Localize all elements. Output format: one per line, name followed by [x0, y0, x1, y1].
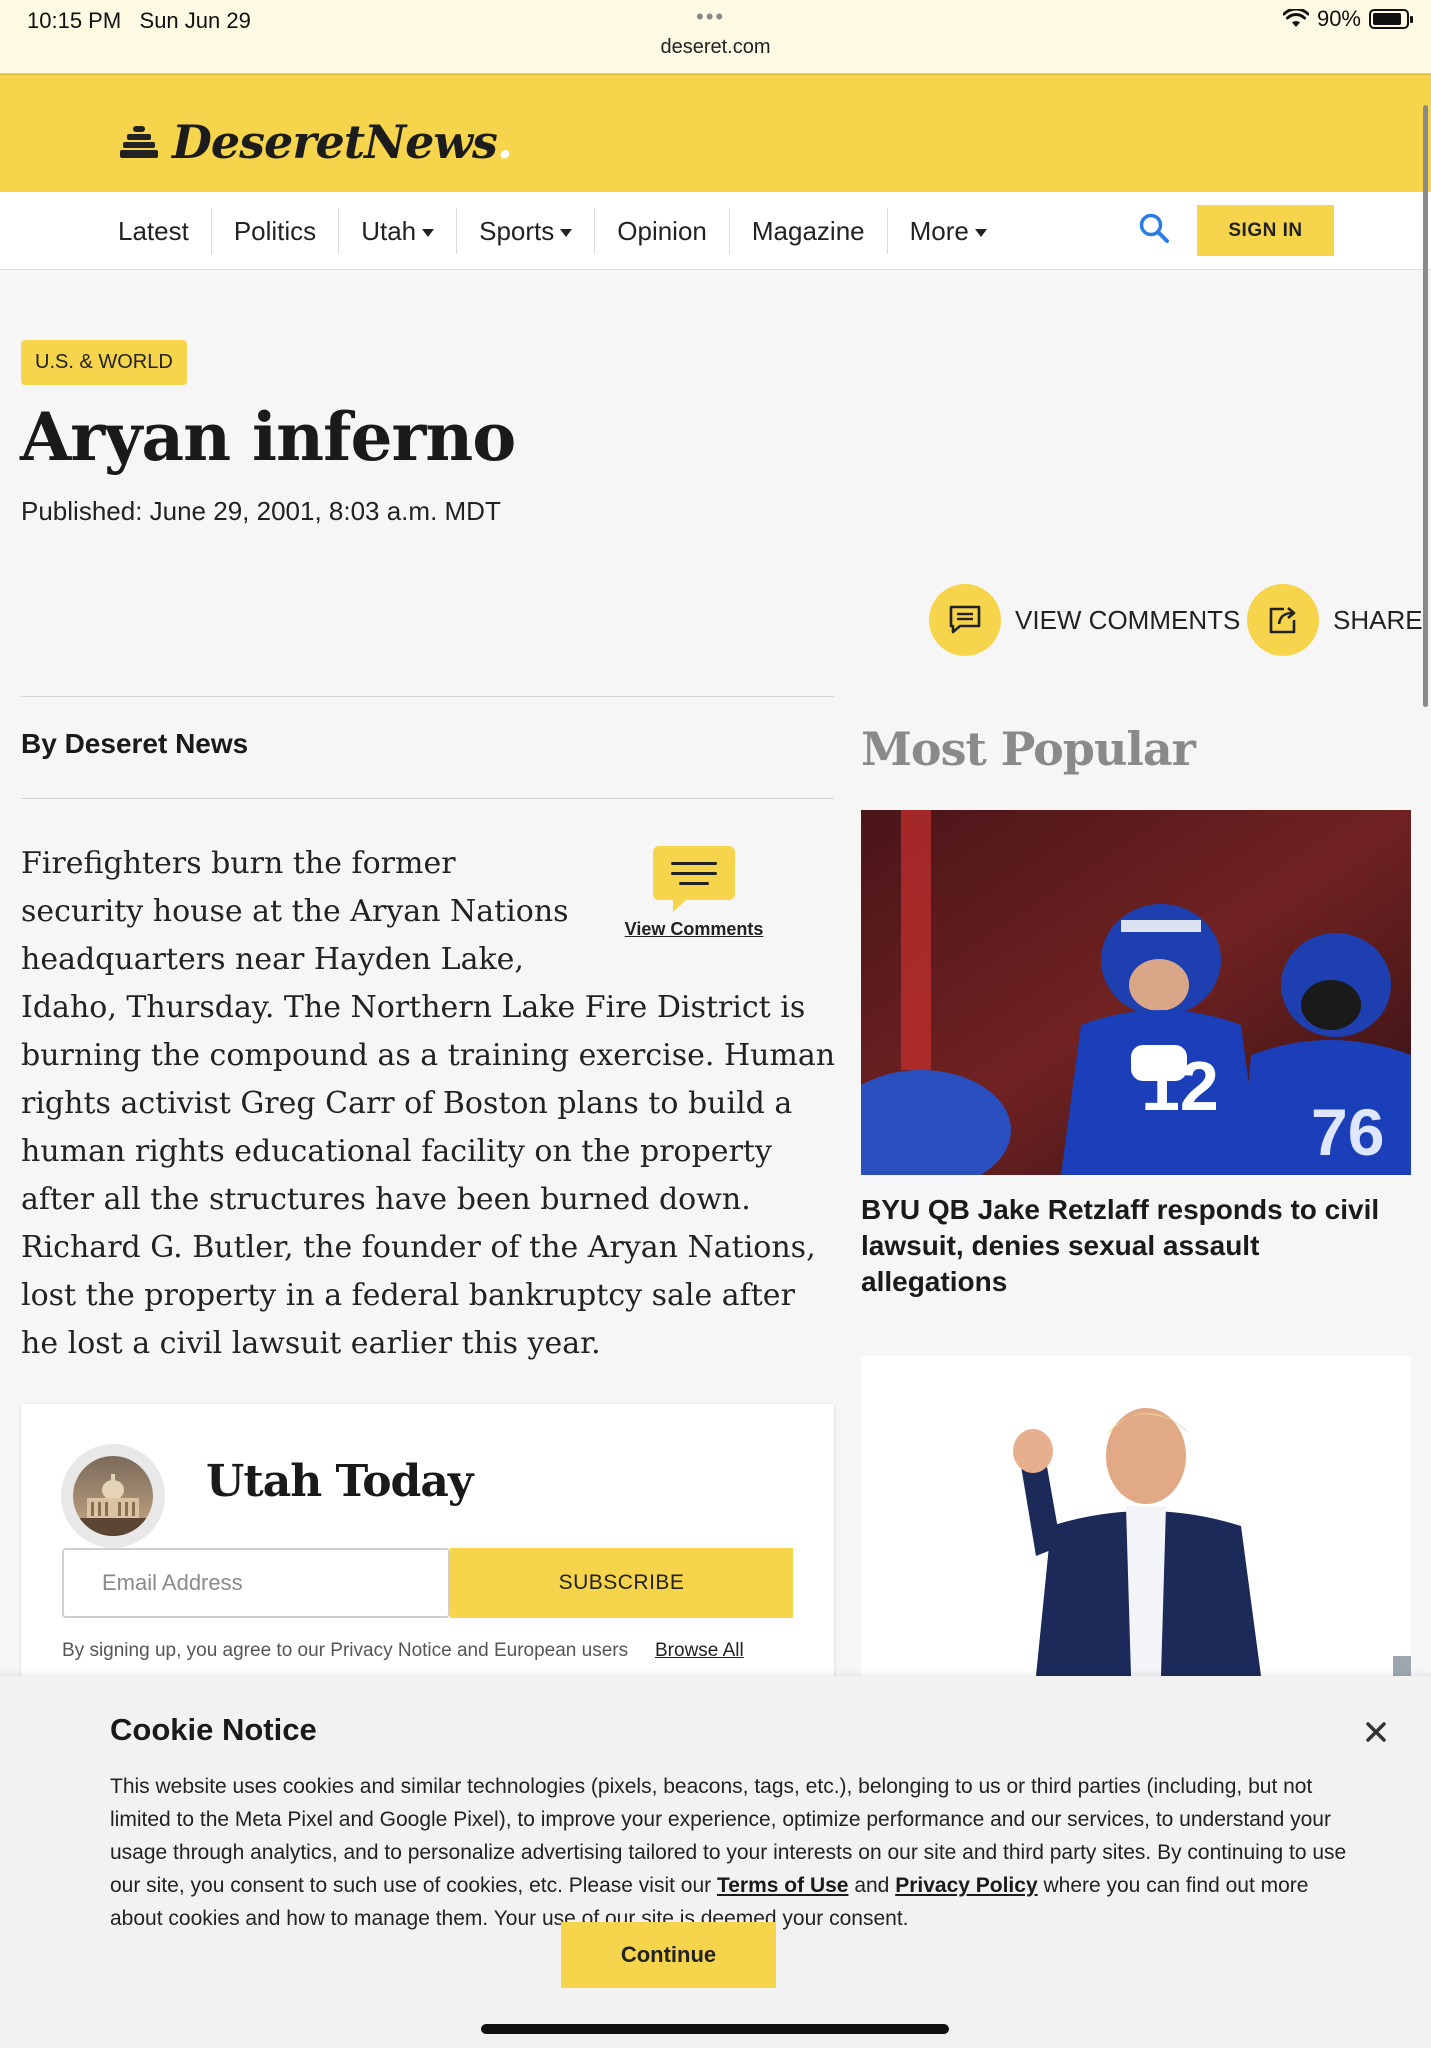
close-icon[interactable] [1358, 1714, 1394, 1750]
nav-item-label: Sports [479, 216, 555, 246]
logo-wordmark: DeseretNews. [172, 115, 513, 169]
inline-view-comments[interactable]: View Comments [599, 846, 789, 956]
nav-item-label: Magazine [751, 216, 865, 246]
byline: By Deseret News [21, 728, 249, 759]
brand-header: DeseretNews. [0, 74, 1431, 192]
view-comments-label: VIEW COMMENTS [1015, 604, 1241, 635]
tab-options-icon[interactable]: ••• [696, 4, 725, 30]
share-icon [1247, 584, 1319, 656]
battery-percent: 90% [1316, 6, 1361, 31]
article-title: Aryan inferno [20, 398, 516, 476]
nav-item-utah[interactable]: Utah [338, 208, 456, 254]
nav-item-label: More [909, 216, 969, 246]
article-body: View Comments Firefighters burn the form… [21, 840, 839, 1368]
battery-icon [1369, 9, 1413, 29]
status-bar: 10:15 PM Sun Jun 29 ••• deseret.com 90% [0, 0, 1431, 74]
main-nav: Latest Politics Utah Sports Opinion Magazine M… [0, 192, 1431, 270]
share-button[interactable]: SHARE [1247, 584, 1423, 656]
continue-button[interactable]: Continue [561, 1922, 776, 1988]
subscribe-button[interactable]: SUBSCRIBE [450, 1548, 793, 1618]
wifi-icon [1282, 9, 1309, 27]
view-comments-link[interactable]: View Comments [599, 918, 789, 940]
capitol-image [73, 1456, 153, 1536]
browse-all-link[interactable]: Browse All [655, 1640, 744, 1662]
nav-item-label: Latest [118, 216, 189, 246]
site-logo[interactable]: DeseretNews. [120, 115, 513, 169]
nav-item-politics[interactable]: Politics [210, 208, 338, 254]
nav-items: Latest Politics Utah Sports Opinion Magazine M… [96, 208, 1009, 254]
story-headline[interactable]: BYU QB Jake Retzlaff responds to civil l… [861, 1192, 1401, 1300]
share-label: SHARE [1333, 604, 1423, 635]
nav-item-more[interactable]: More [886, 208, 1009, 254]
search-icon[interactable] [1138, 212, 1172, 246]
status-indicators: 90% [1282, 6, 1413, 32]
cookie-notice: Cookie Notice This website uses cookies … [0, 1676, 1431, 2048]
divider [21, 798, 834, 799]
comment-bubble-icon [653, 846, 735, 912]
privacy-policy-link[interactable]: Privacy Policy [895, 1874, 1037, 1897]
nav-item-latest[interactable]: Latest [96, 208, 211, 254]
terms-of-use-link[interactable]: Terms of Use [717, 1874, 849, 1897]
divider [21, 696, 834, 697]
cookie-notice-title: Cookie Notice [110, 1712, 317, 1747]
story-image-football[interactable]: 12 76 [861, 810, 1411, 1175]
caret-down-icon [560, 229, 573, 238]
page-scrollbar[interactable] [1423, 105, 1428, 707]
most-popular-heading: Most Popular [861, 722, 1196, 776]
nav-item-opinion[interactable]: Opinion [594, 208, 729, 254]
story-image-portrait[interactable] [861, 1356, 1411, 1676]
cookie-notice-text: This website uses cookies and similar te… [110, 1775, 1347, 1930]
nav-item-label: Utah [361, 216, 417, 246]
caret-down-icon [974, 229, 987, 238]
sign-in-button[interactable]: SIGN IN [1197, 205, 1334, 256]
published-date: Published: June 29, 2001, 8:03 a.m. MDT [21, 496, 501, 526]
comment-icon [929, 584, 1001, 656]
newsletter-fine-print: By signing up, you agree to our Privacy … [62, 1640, 629, 1661]
svg-text:76: 76 [1311, 1095, 1384, 1169]
home-indicator[interactable] [481, 2024, 949, 2034]
nav-item-label: Opinion [617, 216, 707, 246]
view-comments-button[interactable]: VIEW COMMENTS [929, 584, 1240, 656]
beehive-icon [120, 126, 158, 158]
newsletter-signup: Utah Today SUBSCRIBE By signing up, you … [21, 1404, 834, 1684]
caret-down-icon [422, 229, 435, 238]
newsletter-avatar [61, 1444, 165, 1548]
nav-item-sports[interactable]: Sports [456, 208, 594, 254]
nav-item-magazine[interactable]: Magazine [728, 208, 887, 254]
status-time: 10:15 PM Sun Jun 29 [27, 8, 251, 33]
nav-item-label: Politics [233, 216, 317, 246]
email-field[interactable] [62, 1548, 450, 1618]
newsletter-title: Utah Today [206, 1456, 473, 1507]
address-bar-url[interactable]: deseret.com [0, 36, 1431, 59]
category-tag[interactable]: U.S. & WORLD [21, 340, 187, 385]
